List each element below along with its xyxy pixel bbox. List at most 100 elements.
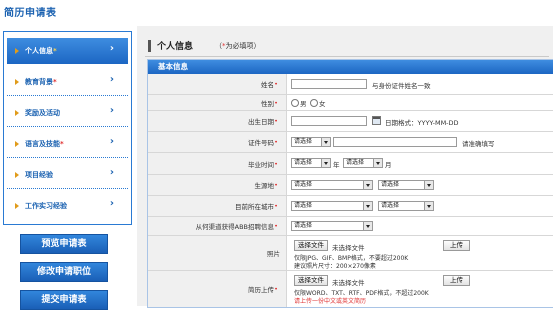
sidebar-nav: 个人信息* › 教育背景* › 奖励及活动 › 语言及技能* › 项目经验 › … [3,31,132,225]
form-row-current-city: • 目前所在城市 请选择 请选择 [148,196,553,217]
id-number-input[interactable] [333,137,457,147]
required-mark: • [274,138,278,146]
chevron-down-icon [321,138,330,146]
required-mark: * [53,78,57,86]
note-prefix: （ [215,42,222,50]
chevron-down-icon [363,181,372,189]
chevron-right-icon: › [109,105,114,116]
required-mark: • [274,159,278,168]
current-city-label: 目前所在城市 [235,203,274,211]
sidebar-item-awards[interactable]: 奖励及活动 › [7,100,128,127]
chevron-right-icon: › [109,74,114,85]
origin-province-select[interactable]: 请选择 [291,180,373,190]
preview-application-button[interactable]: 预览申请表 [20,234,108,254]
section-header: 个人信息 （*为必填项） [145,36,549,57]
form-row-graduation: • 毕业时间 请选择 年 请选择 月 [148,153,553,175]
note-text: 为必填项） [225,42,261,50]
main-content: 个人信息 （*为必填项） 基本信息 • 姓名 与身份证件姓名一致 • 性别 男 女 … [137,26,553,308]
required-mark: • [274,222,278,230]
year-unit: 年 [333,161,340,169]
required-mark: • [274,117,278,125]
sidebar-item-label: 奖励及活动 [25,109,60,117]
bullet-icon [15,203,19,209]
resume-no-file-text: 未选择文件 [332,279,365,287]
sidebar-item-label: 个人信息 [25,47,53,55]
basic-info-panel: 基本信息 • 姓名 与身份证件姓名一致 • 性别 男 女 • 出生日期 日期格式… [147,59,553,308]
bullet-icon [15,79,19,85]
page-title: 简历申请表 [4,8,57,19]
gender-female-label: 女 [319,100,326,108]
resume-upload-button[interactable]: 上传 [443,275,470,286]
photo-choose-file-button[interactable]: 选择文件 [294,240,328,251]
name-input[interactable] [291,79,367,89]
birthday-label: 出生日期 [248,118,274,126]
form-row-channel: • 从何渠道获得ABB招聘信息 请选择 [148,217,553,236]
gender-label: 性别 [261,99,274,108]
panel-title: 基本信息 [148,60,553,74]
sidebar-item-personal-info[interactable]: 个人信息* › [7,38,128,64]
graduation-month-select[interactable]: 请选择 [343,158,383,168]
required-mark: • [274,80,278,88]
chevron-right-icon: › [109,43,114,54]
resume-label: 简历上传 [248,286,274,294]
modify-position-button[interactable]: 修改申请职位 [20,262,108,282]
form-row-name: • 姓名 与身份证件姓名一致 [148,74,553,95]
calendar-icon[interactable] [372,116,381,125]
required-mark: • [274,98,278,107]
graduation-year-select[interactable]: 请选择 [291,158,331,168]
chevron-right-icon: › [109,167,114,178]
birthday-input[interactable] [291,116,367,126]
graduation-label: 毕业时间 [248,160,274,169]
section-title: 个人信息 [157,42,194,52]
sidebar-item-label: 项目经验 [25,171,53,179]
bullet-icon [15,172,19,178]
month-unit: 月 [385,161,392,169]
required-note: （*为必填项） [215,41,261,51]
chevron-down-icon [373,159,382,167]
sidebar: 个人信息* › 教育背景* › 奖励及活动 › 语言及技能* › 项目经验 › … [0,26,132,310]
required-mark: * [60,140,64,148]
current-city-select[interactable]: 请选择 [378,201,434,211]
form-row-id-number: • 证件号码 请选择 请准确填写 [148,132,553,153]
name-label: 姓名 [261,81,274,89]
gender-male-radio[interactable] [291,99,299,107]
origin-city-select[interactable]: 请选择 [378,180,434,190]
chevron-down-icon [424,181,433,189]
sidebar-item-education[interactable]: 教育背景* › [7,69,128,96]
channel-label: 从何渠道获得ABB招聘信息 [195,223,274,231]
bullet-icon [15,48,19,54]
form-row-gender: • 性别 男 女 [148,95,553,111]
chevron-right-icon: › [109,198,114,209]
form-row-birthday: • 出生日期 日期格式：YYYY-MM-DD [148,111,553,132]
gender-male-label: 男 [300,100,307,108]
bullet-icon [15,141,19,147]
channel-select[interactable]: 请选择 [291,221,373,231]
sidebar-item-language-skills[interactable]: 语言及技能* › [7,131,128,158]
form-row-origin: • 生源地 请选择 请选择 [148,175,553,196]
origin-label: 生源地 [254,182,275,190]
id-number-hint: 请准确填写 [462,140,495,148]
sidebar-item-label: 语言及技能 [25,140,60,148]
top-bar: 简历申请表 [0,0,553,26]
sidebar-item-label: 工作实习经验 [25,202,67,210]
sidebar-item-projects[interactable]: 项目经验 › [7,162,128,189]
bullet-icon [15,110,19,116]
photo-size-note: 建议照片尺寸：200×270像素 [294,263,376,270]
required-mark: • [274,202,278,210]
photo-upload-button[interactable]: 上传 [443,240,470,251]
chevron-right-icon: › [109,136,114,147]
required-mark: • [274,285,278,293]
required-mark: * [53,47,57,55]
resume-choose-file-button[interactable]: 选择文件 [294,275,328,286]
date-format-hint: 日期格式：YYYY-MM-DD [385,119,459,127]
id-type-select[interactable]: 请选择 [291,137,331,147]
required-mark: • [274,181,278,189]
form-row-resume: • 简历上传 选择文件 未选择文件 上传 仅限WORD、TXT、RTF、PDF格式… [148,271,553,307]
current-province-select[interactable]: 请选择 [291,201,373,211]
chevron-down-icon [363,222,372,230]
submit-application-button[interactable]: 提交申请表 [20,290,108,310]
sidebar-item-work-experience[interactable]: 工作实习经验 › [7,193,128,219]
gender-female-radio[interactable] [310,99,318,107]
resume-language-note: 请上传一份中文或英文简历 [294,298,367,305]
section-marker [148,40,151,52]
